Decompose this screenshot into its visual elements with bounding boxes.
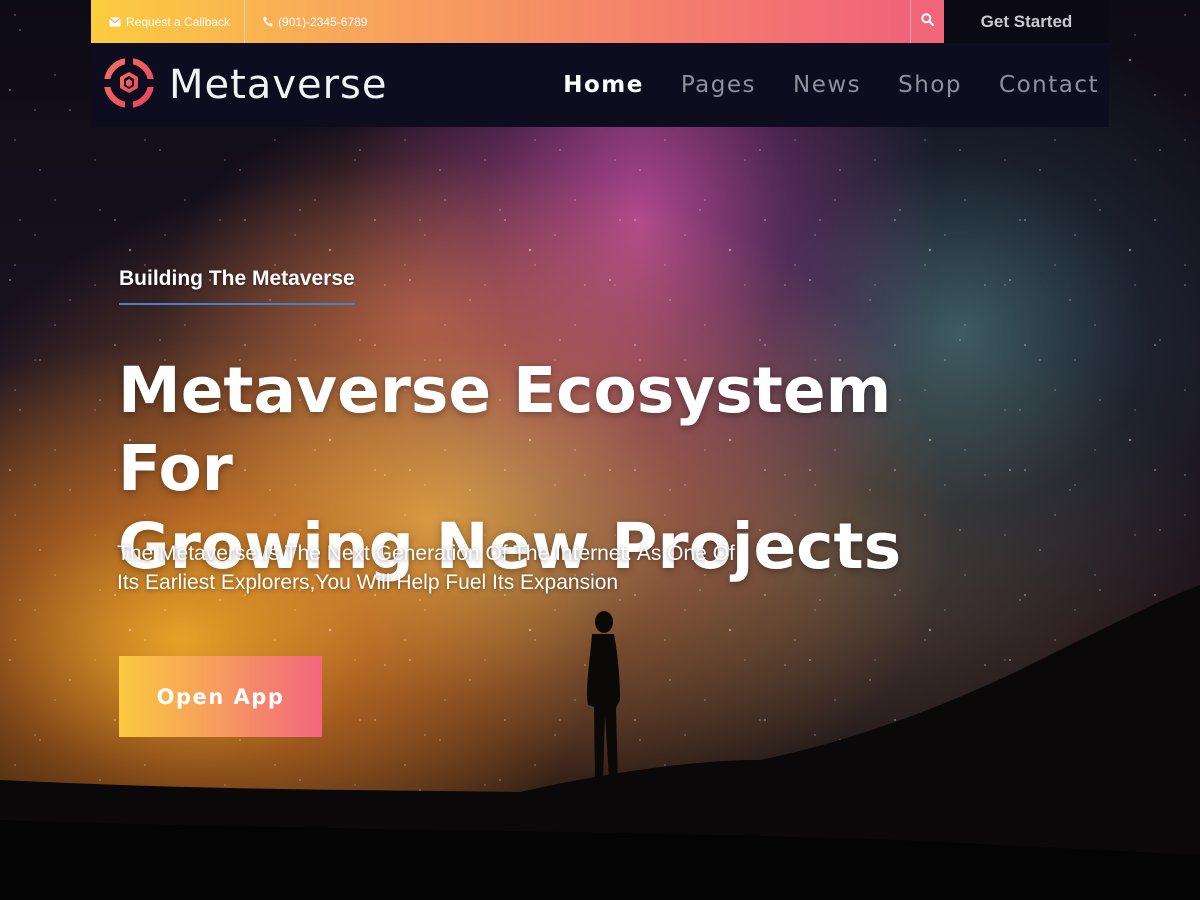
search-icon (921, 12, 935, 31)
hero-subtext-line-1: The Metaverse Is The Next Generation Of … (117, 542, 735, 565)
request-callback-link[interactable]: Request a Callback (91, 0, 244, 43)
nav-item-contact[interactable]: Contact (999, 72, 1099, 98)
nav-item-pages[interactable]: Pages (681, 72, 756, 98)
nav-item-shop[interactable]: Shop (898, 72, 962, 98)
get-started-button[interactable]: Get Started (944, 0, 1109, 43)
site-logo[interactable]: Metaverse (103, 56, 388, 114)
topbar-contact-strip: Request a Callback (901)-2345-6789 (91, 0, 910, 43)
logo-text: Metaverse (169, 62, 388, 108)
person-silhouette (587, 611, 620, 782)
search-button[interactable] (910, 0, 944, 43)
nav-item-news[interactable]: News (793, 72, 861, 98)
hero-subtext: The Metaverse Is The Next Generation Of … (117, 539, 847, 597)
open-app-button[interactable]: Open App (119, 656, 322, 737)
nav-links: Home Pages News Shop Contact (526, 43, 1099, 127)
phone-number: (901)-2345-6789 (278, 14, 368, 29)
nav-item-home[interactable]: Home (563, 72, 644, 98)
logo-icon (103, 56, 155, 114)
hero-headline-line-1: Metaverse Ecosystem For (118, 354, 892, 505)
hero-subtext-line-2: Its Earliest Explorers,You Will Help Fue… (117, 571, 619, 594)
phone-link[interactable]: (901)-2345-6789 (244, 0, 381, 43)
hero-tagline: Building The Metaverse (119, 267, 355, 305)
request-callback-label: Request a Callback (126, 14, 231, 29)
main-navbar: Metaverse Home Pages News Shop Contact (91, 43, 1109, 127)
envelope-icon (109, 17, 121, 27)
phone-icon (263, 16, 274, 27)
topbar: Request a Callback (901)-2345-6789 Get S… (91, 0, 1109, 43)
